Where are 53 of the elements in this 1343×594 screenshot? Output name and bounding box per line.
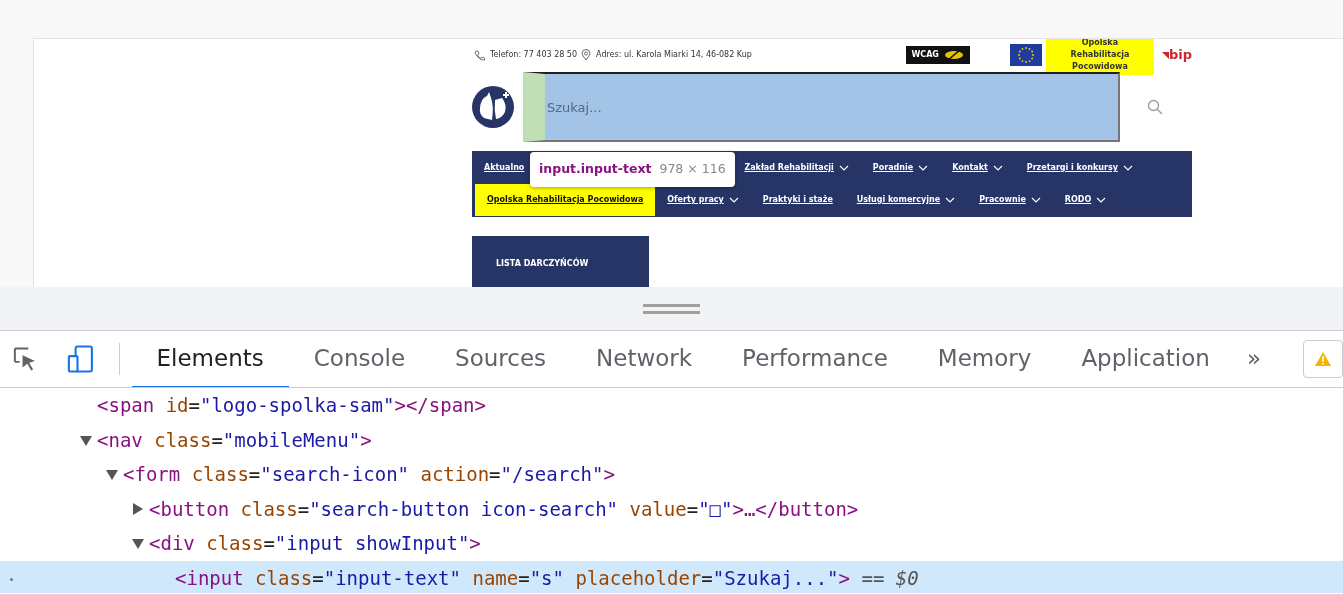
wcag-logo[interactable]: WCAG [906, 46, 970, 64]
devtools-tab[interactable]: Sources [430, 331, 572, 387]
devtools-tab[interactable]: Console [288, 331, 431, 387]
location-pin-icon [581, 49, 592, 61]
menu-item[interactable]: Usługi komercyjne [844, 184, 968, 216]
code-text: <form class="search-icon" action="/search"> [123, 462, 615, 487]
selection-dot [10, 577, 13, 581]
menu-item[interactable]: Pracownie [967, 184, 1053, 216]
devtools-tab[interactable]: Network [571, 331, 718, 387]
dom-node-line[interactable]: <button class="search-button icon-search" value="□">…</button> [0, 491, 1343, 526]
devtools-tab[interactable]: Performance [717, 331, 913, 387]
dom-node-line[interactable]: <span id="logo-spolka-sam"></span> [0, 388, 1343, 423]
devtools-tab[interactable]: Elements [131, 331, 289, 387]
dom-node-line[interactable]: <form class="search-icon" action="/search"> [0, 457, 1343, 492]
device-toolbar-icon[interactable] [65, 344, 95, 374]
code-text: <nav class="mobileMenu"> [97, 427, 372, 453]
expanded-triangle-icon[interactable] [80, 433, 92, 446]
menu-item[interactable]: Poradnie [860, 152, 941, 184]
code-text: <input class="input-text" name="s" placeholder="Szukaj..."> == $0 [175, 565, 919, 591]
menu-item[interactable]: RODO [1052, 184, 1119, 216]
search-field[interactable]: Szukaj... [523, 72, 1120, 142]
expanded-triangle-icon[interactable] [132, 537, 144, 550]
eye-icon [942, 50, 965, 60]
code-text: <div class="input showInput"> [149, 531, 481, 556]
menu-item[interactable]: Kontakt [940, 152, 1015, 184]
phone-icon [474, 49, 485, 61]
code-text: <span id="logo-spolka-sam"></span> [97, 393, 486, 418]
menu-item[interactable]: Oferty pracy [655, 184, 751, 216]
devtools-tab[interactable]: Memory [912, 331, 1057, 387]
highlight-badge[interactable]: Opolska Rehabilitacja Pocowidowa [1045, 39, 1154, 75]
collapsed-triangle-icon[interactable] [132, 502, 144, 515]
warning-icon [1314, 351, 1332, 367]
menu-item[interactable]: Opolska Rehabilitacja Pocowidowa [475, 184, 656, 216]
search-icon[interactable] [1147, 99, 1163, 115]
bip-mark-icon [1161, 51, 1169, 59]
selector-text: input.input-text [539, 161, 652, 176]
more-tabs-button[interactable]: » [1234, 331, 1273, 387]
dom-node-line[interactable]: <div class="input showInput"> [0, 526, 1343, 561]
phone-text: Telefon: 77 403 28 50 [490, 49, 578, 61]
bip-logo[interactable]: bip [1161, 45, 1192, 65]
menu-item[interactable]: Zakład Rehabilitacji [732, 152, 861, 184]
size-text: 978 × 116 [659, 161, 726, 176]
code-text: <button class="search-button icon-search" value="□">…</button> [149, 496, 859, 522]
address-text: Adres: ul. Karola Miarki 14, 46-082 Kup [596, 49, 752, 61]
logo-icon[interactable] [472, 86, 514, 128]
menu-item[interactable]: Przetargi i konkursy [1014, 152, 1145, 184]
eu-flag-icon[interactable] [1009, 44, 1042, 66]
dom-node-line[interactable]: <nav class="mobileMenu"> [0, 422, 1343, 457]
resize-handle-icon[interactable] [643, 302, 700, 315]
menu-item[interactable]: Praktyki i staże [750, 184, 845, 216]
devtools-tab[interactable]: Application [1056, 331, 1235, 387]
expanded-triangle-icon[interactable] [106, 468, 118, 481]
donors-list-button[interactable]: LISTA DARCZYŃCÓW [472, 236, 649, 287]
